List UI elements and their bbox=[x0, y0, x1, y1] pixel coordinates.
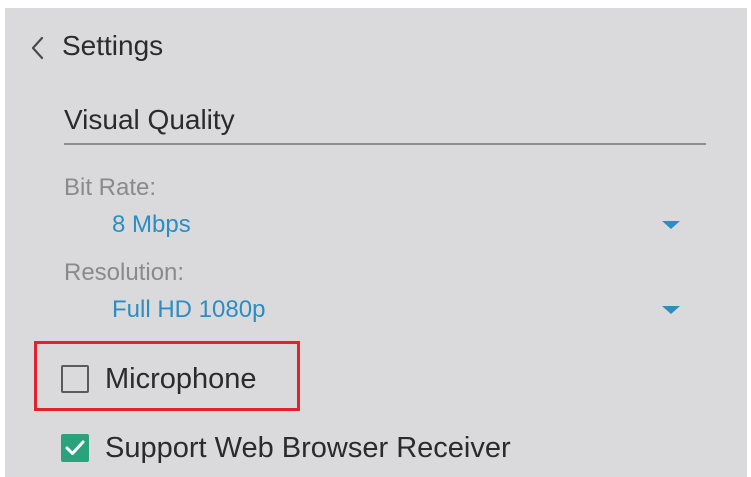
dropdown-arrow-icon bbox=[662, 306, 680, 314]
resolution-value: Full HD 1080p bbox=[112, 296, 266, 323]
microphone-label: Microphone bbox=[105, 363, 257, 395]
resolution-select[interactable]: Full HD 1080p bbox=[105, 293, 680, 329]
bit-rate-select[interactable]: 8 Mbps bbox=[105, 208, 680, 244]
dropdown-arrow-icon bbox=[662, 221, 680, 229]
chevron-left-icon[interactable] bbox=[27, 35, 49, 61]
resolution-label: Resolution: bbox=[64, 259, 185, 286]
web-browser-receiver-label: Support Web Browser Receiver bbox=[105, 432, 511, 464]
checkmark-icon bbox=[65, 440, 85, 455]
section-divider bbox=[64, 143, 706, 145]
settings-panel: Settings Visual Quality Bit Rate: 8 Mbps… bbox=[5, 8, 747, 477]
bit-rate-value: 8 Mbps bbox=[112, 211, 191, 238]
page-title: Settings bbox=[62, 30, 164, 61]
microphone-checkbox[interactable] bbox=[61, 365, 89, 393]
section-title-visual-quality: Visual Quality bbox=[64, 104, 235, 135]
bit-rate-label: Bit Rate: bbox=[64, 174, 157, 201]
web-browser-receiver-checkbox[interactable] bbox=[61, 434, 89, 462]
settings-header: Settings bbox=[5, 8, 747, 86]
